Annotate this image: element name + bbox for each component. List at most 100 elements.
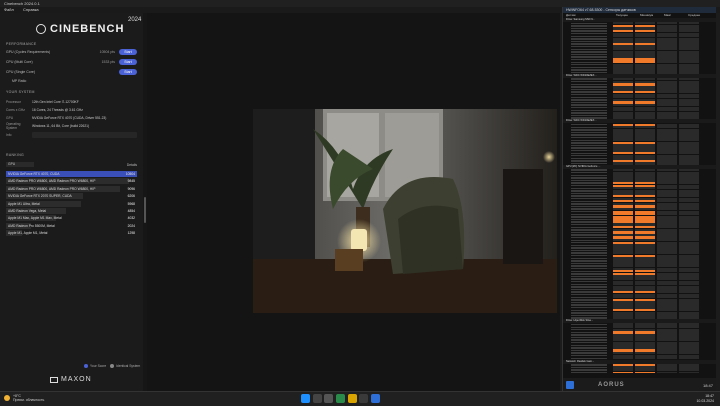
- sensor-name: [571, 48, 607, 50]
- ranking-score: 1298: [127, 231, 135, 236]
- performance-title: PERFORMANCE: [6, 42, 37, 46]
- sensor-name: [571, 152, 607, 154]
- sensor-name: [571, 268, 607, 270]
- sensor-name: [571, 149, 607, 152]
- sensor-value: [657, 316, 677, 320]
- sensor-name: [571, 239, 607, 241]
- sensor-name: [571, 216, 607, 218]
- sensor-name: [571, 229, 607, 231]
- sensor-name: [571, 91, 607, 93]
- ranking-name: NVIDIA GeForce RTX 2070 SUPER, CUDA: [8, 194, 72, 199]
- sensor-name: [571, 296, 607, 298]
- sensor-value: [657, 162, 677, 165]
- sensor-name: [571, 86, 607, 88]
- ranking-row[interactable]: Apple M1 Ultra, Metal 5968: [6, 200, 137, 207]
- sensor-name: [571, 208, 607, 210]
- system-cores: Cores x GHz 16 Cores, 24 Threads @ 3.61 …: [6, 106, 137, 113]
- task-view-icon[interactable]: [324, 394, 334, 403]
- sensor-name: [571, 155, 607, 157]
- tray-time: 18:47: [705, 394, 714, 398]
- sensor-name: [571, 275, 607, 278]
- sensor-name: [571, 372, 607, 373]
- ranking-row[interactable]: NVIDIA GeForce RTX 2070 SUPER, CUDA 6206: [6, 193, 137, 200]
- sensor-name: [571, 226, 607, 228]
- system-key: Info: [6, 132, 12, 137]
- ranking-name: AMD Radeon Pro 5500M, Metal: [8, 223, 55, 228]
- bench-label: CPU (Single Core): [6, 70, 35, 74]
- search-icon[interactable]: [312, 394, 322, 403]
- sensor-name: [571, 101, 607, 104]
- logo-text: CINEBENCH: [50, 23, 125, 35]
- sensor-name: [571, 352, 607, 354]
- sensor-name: [571, 139, 607, 141]
- sensor-name: [571, 323, 607, 326]
- sensor-name: [571, 147, 607, 149]
- menu-file[interactable]: Файл: [4, 7, 14, 12]
- sensor-name: [571, 83, 607, 86]
- sensor-name: [571, 169, 607, 171]
- sensor-name: [571, 242, 607, 244]
- sensor-name: [571, 51, 607, 53]
- sensor-value: [635, 357, 655, 360]
- sensor-name: [571, 136, 607, 139]
- sensor-name: [571, 96, 607, 99]
- ranking-row[interactable]: AMD Radeon Vega, Metal 4854: [6, 208, 137, 214]
- folder-icon[interactable]: [347, 394, 357, 403]
- start-cpu-single-button[interactable]: Start: [119, 69, 137, 75]
- sensor-name: [571, 172, 607, 174]
- sensor-name: [571, 369, 607, 371]
- start-cpu-multi-button[interactable]: Start: [119, 59, 137, 65]
- menu-help[interactable]: Справка: [23, 7, 39, 12]
- start-icon[interactable]: [301, 394, 311, 403]
- cinebench-taskbar-icon[interactable]: [359, 394, 369, 403]
- hwinfo-sensor-row[interactable]: [563, 371, 716, 373]
- sensor-name: [571, 185, 607, 187]
- render-viewport: [253, 109, 557, 313]
- ranking-row[interactable]: AMD Radeon Pro 5500M, Metal 2024: [6, 222, 137, 229]
- system-key: GPU: [6, 115, 14, 120]
- browser-icon[interactable]: [336, 394, 346, 403]
- scrollbar-thumb[interactable]: [144, 197, 146, 223]
- sensor-name: [571, 334, 607, 336]
- arrows-icon[interactable]: [566, 381, 574, 389]
- sensor-name: [571, 260, 607, 262]
- sensor-name: [571, 129, 607, 131]
- ranking-name: Apple M1 Ultra, Metal: [8, 201, 40, 206]
- sensor-name: [571, 210, 607, 213]
- taskbar: +8°C Преим. облачность 18:47 10.03.2024: [0, 391, 720, 406]
- sensor-name: [571, 35, 607, 37]
- window-title: Cinebench 2024.0.1: [4, 1, 40, 6]
- hwinfo-taskbar-icon[interactable]: [370, 394, 380, 403]
- sensor-name: [571, 38, 607, 40]
- start-gpu-button[interactable]: Start: [119, 49, 137, 55]
- sensor-name: [571, 301, 607, 304]
- system-title: YOUR SYSTEM: [6, 90, 35, 94]
- sensor-name: [571, 344, 607, 347]
- bench-label: CPU (Multi Core): [6, 60, 33, 64]
- sensor-name: [571, 262, 607, 265]
- info-input[interactable]: [32, 131, 137, 138]
- details-toggle[interactable]: Details: [127, 163, 137, 167]
- ranking-score: 9096: [127, 186, 135, 191]
- sensor-name: [571, 187, 607, 190]
- sensor-name: [571, 291, 607, 293]
- ranking-type-select[interactable]: GPU: [6, 162, 34, 167]
- ranking-row[interactable]: AMD Radeon PRO W6800, AMD Radeon PRO W68…: [6, 185, 137, 192]
- your-score-dot: [84, 364, 88, 368]
- sensor-name: [571, 134, 607, 136]
- sensor-name: [571, 66, 607, 69]
- ranking-score: 9845: [127, 179, 135, 184]
- ranking-row[interactable]: AMD Radeon PRO W6800, AMD Radeon PRO W68…: [6, 178, 137, 185]
- ranking-row[interactable]: Apple M1, Apple M1, Metal 1298: [6, 230, 137, 237]
- sensor-name: [571, 278, 607, 280]
- ranking-row[interactable]: Apple M1 Max, Apple M1 Max, Metal 4032: [6, 215, 137, 222]
- sensor-name: [571, 195, 607, 197]
- ranking-row[interactable]: NVIDIA GeForce RTX 4070, CUDA 10504: [6, 171, 137, 177]
- sensor-name: [571, 281, 607, 283]
- sensor-name: [571, 299, 607, 301]
- weather-widget[interactable]: +8°C Преим. облачность: [4, 394, 44, 402]
- legend-your-score: Your Score: [84, 364, 106, 368]
- sensor-name: [571, 364, 607, 366]
- sensor-name: [571, 273, 607, 275]
- system-tray[interactable]: 18:47 10.03.2024: [696, 394, 714, 404]
